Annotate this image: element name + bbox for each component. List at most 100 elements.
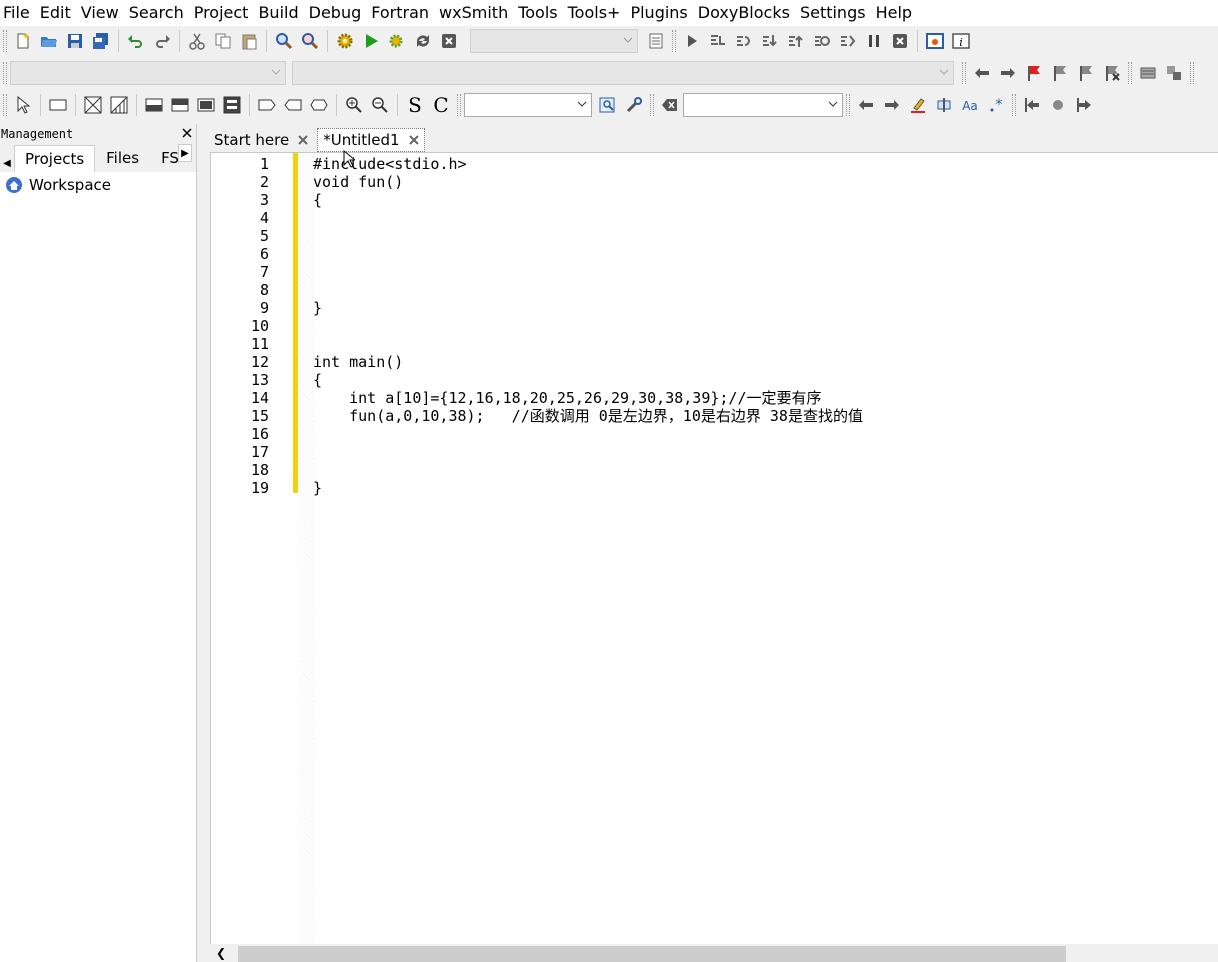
tab-scroll-left-icon[interactable]: ◀ [0, 154, 14, 172]
scroll-left-icon[interactable]: ❮ [216, 944, 226, 962]
toolbar-grip[interactable] [3, 94, 7, 116]
next-instruction-icon[interactable] [810, 29, 834, 53]
shape-1-icon[interactable] [255, 93, 279, 117]
menu-debug[interactable]: Debug [304, 0, 367, 26]
replace-icon[interactable] [298, 29, 322, 53]
prev-bookmark-icon[interactable] [1048, 61, 1072, 85]
toolbar-grip[interactable] [1190, 62, 1194, 84]
build-run-icon[interactable] [385, 29, 409, 53]
shape-3-icon[interactable] [307, 93, 331, 117]
copy-icon[interactable] [211, 29, 235, 53]
find-previous-icon[interactable] [854, 93, 878, 117]
toolbar-grip[interactable] [846, 94, 850, 116]
tab-scroll-right-icon[interactable]: ▶ [178, 144, 192, 162]
record-dot-icon[interactable] [1046, 93, 1070, 117]
shape-2-icon[interactable] [281, 93, 305, 117]
menu-project[interactable]: Project [189, 0, 254, 26]
info-icon[interactable]: i [949, 29, 973, 53]
regex-icon[interactable]: * [984, 93, 1008, 117]
open-file-icon[interactable] [37, 29, 61, 53]
tab-projects[interactable]: Projects [14, 145, 96, 172]
menu-fortran[interactable]: Fortran [366, 0, 434, 26]
scrollbar-thumb[interactable] [238, 946, 1066, 962]
menu-help[interactable]: Help [871, 0, 917, 26]
scope-select[interactable] [10, 61, 286, 85]
toolbar-grip[interactable] [1012, 94, 1016, 116]
save-all-icon[interactable] [89, 29, 113, 53]
s-button[interactable]: S [403, 93, 427, 117]
goto-start-icon[interactable] [1020, 93, 1044, 117]
new-file-icon[interactable] [11, 29, 35, 53]
debug-start-icon[interactable] [680, 29, 704, 53]
toolbar-grip[interactable] [650, 94, 654, 116]
clear-bookmarks-icon[interactable] [1100, 61, 1124, 85]
search-go-icon[interactable] [596, 93, 620, 117]
paste-icon[interactable] [237, 29, 261, 53]
stop-debugger-icon[interactable] [888, 29, 912, 53]
workspace-tree-item[interactable]: Workspace [0, 172, 196, 198]
pause-icon[interactable] [862, 29, 886, 53]
tab-start-here[interactable]: Start here [209, 128, 313, 152]
toolbar-grip[interactable] [1128, 62, 1132, 84]
menu-file[interactable]: File [0, 0, 35, 26]
menu-view[interactable]: View [76, 0, 124, 26]
toolbar-grip[interactable] [3, 62, 7, 84]
search-text-select[interactable] [464, 93, 592, 117]
highlight-icon[interactable] [906, 93, 930, 117]
next-bookmark-icon[interactable] [1074, 61, 1098, 85]
pointer-icon[interactable] [11, 93, 35, 117]
c-button[interactable]: C [429, 93, 453, 117]
find-next-icon[interactable] [880, 93, 904, 117]
clear-search-icon[interactable] [658, 93, 682, 117]
step-out-icon[interactable] [784, 29, 808, 53]
horizontal-scrollbar[interactable]: ❮ [210, 944, 1218, 962]
block-3-icon[interactable] [194, 93, 218, 117]
menu-doxyblocks[interactable]: DoxyBlocks [693, 0, 795, 26]
menu-tools[interactable]: Tools [513, 0, 562, 26]
next-line-icon[interactable] [732, 29, 756, 53]
undo-icon[interactable] [124, 29, 148, 53]
rectangle-icon[interactable] [46, 93, 70, 117]
menu-settings[interactable]: Settings [795, 0, 871, 26]
close-tab-icon[interactable] [297, 134, 309, 146]
function-select[interactable] [292, 61, 954, 85]
toolbar-grip[interactable] [3, 30, 7, 52]
redo-icon[interactable] [150, 29, 174, 53]
jump-forward-icon[interactable] [996, 61, 1020, 85]
tab-untitled1[interactable]: *Untitled1 [317, 128, 425, 152]
save-icon[interactable] [63, 29, 87, 53]
menu-plugins[interactable]: Plugins [625, 0, 692, 26]
abort-icon[interactable] [437, 29, 461, 53]
close-panel-icon[interactable] [182, 127, 192, 141]
zoom-out-icon[interactable] [368, 93, 392, 117]
selected-text-icon[interactable] [932, 93, 956, 117]
menu-search[interactable]: Search [124, 0, 189, 26]
run-to-cursor-icon[interactable] [706, 29, 730, 53]
menu-edit[interactable]: Edit [35, 0, 76, 26]
menu-build[interactable]: Build [253, 0, 303, 26]
goto-end-icon[interactable] [1072, 93, 1096, 117]
loop-icon[interactable] [107, 93, 131, 117]
decision-icon[interactable] [81, 93, 105, 117]
build-gear-icon[interactable] [333, 29, 357, 53]
code-editor[interactable]: 1 2 3 4 5 6 7 8 9 10 11 12 13 14 15 16 17 18 19 #include<s… [210, 152, 1218, 945]
fold-margin[interactable] [298, 153, 315, 945]
menu-toolsplus[interactable]: Tools+ [563, 0, 626, 26]
find-text-select[interactable] [683, 93, 843, 117]
rebuild-icon[interactable] [411, 29, 435, 53]
toolbar-grip[interactable] [457, 94, 461, 116]
jump-back-icon[interactable] [970, 61, 994, 85]
close-tab-icon[interactable] [408, 134, 420, 146]
block-1-icon[interactable] [142, 93, 166, 117]
zoom-in-icon[interactable] [342, 93, 366, 117]
debugging-windows-icon[interactable] [923, 29, 947, 53]
toolbar-grip[interactable] [962, 62, 966, 84]
step-into-icon[interactable] [758, 29, 782, 53]
run-icon[interactable] [359, 29, 383, 53]
cut-icon[interactable] [185, 29, 209, 53]
block-4-icon[interactable] [220, 93, 244, 117]
toolbar-grip[interactable] [672, 30, 676, 52]
dialogs-icon[interactable] [1136, 61, 1160, 85]
menu-wxsmith[interactable]: wxSmith [434, 0, 513, 26]
bookmark-toggle-icon[interactable] [1022, 61, 1046, 85]
